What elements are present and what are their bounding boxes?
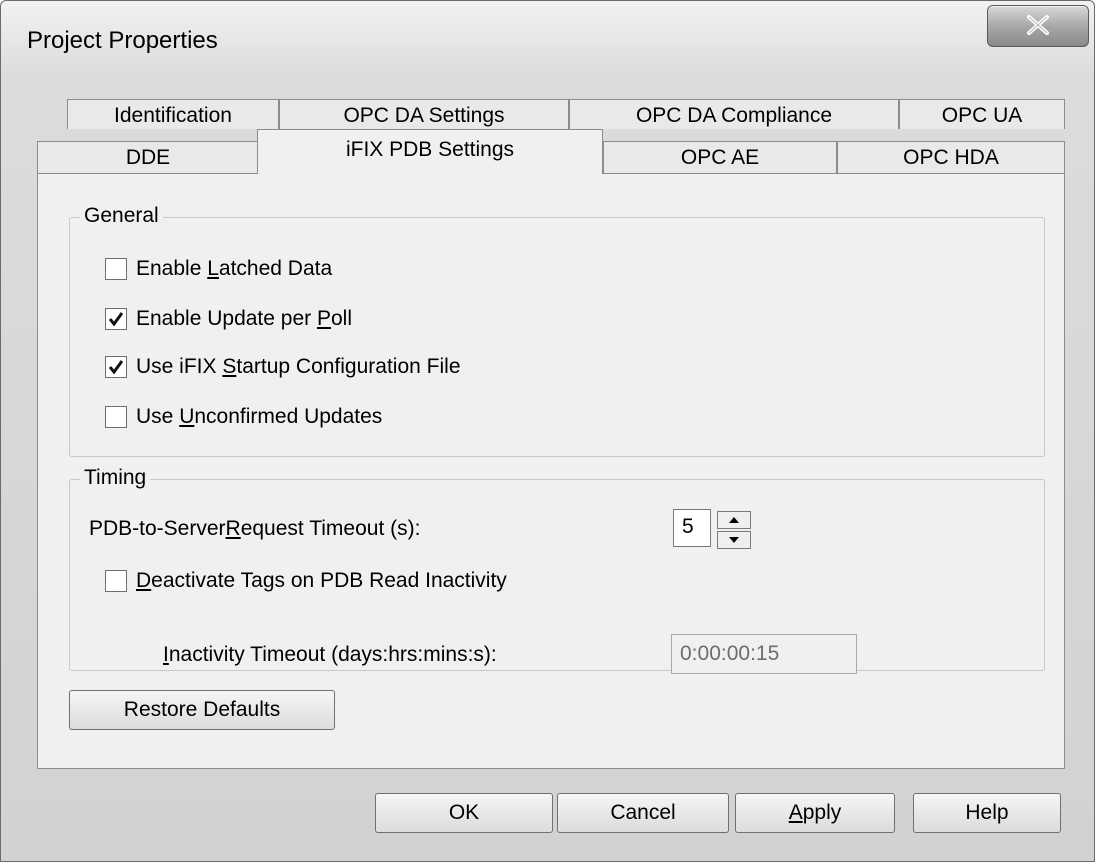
request-timeout-spinner[interactable] (717, 511, 751, 549)
apply-button[interactable]: Apply (735, 793, 895, 833)
checkbox-label: Use iFIX Startup Configuration File (136, 355, 461, 378)
close-button[interactable] (987, 5, 1089, 47)
use-unconfirmed-updates-checkbox[interactable]: Use Unconfirmed Updates (105, 405, 382, 429)
general-legend: General (80, 204, 163, 228)
checkbox-box[interactable] (105, 406, 127, 428)
inactivity-timeout-input[interactable]: 0:00:00:15 (671, 634, 857, 674)
use-ifix-startup-config-checkbox[interactable]: Use iFIX Startup Configuration File (105, 355, 461, 379)
close-icon (1027, 15, 1049, 35)
restore-defaults-button[interactable]: Restore Defaults (69, 690, 335, 730)
check-icon (108, 360, 124, 375)
checkbox-box[interactable] (105, 308, 127, 330)
tab-dde[interactable]: DDE (37, 141, 259, 174)
spin-up-button[interactable] (717, 511, 751, 529)
tab-identification[interactable]: Identification (67, 99, 279, 129)
arrow-up-icon (729, 517, 739, 523)
enable-update-per-poll-checkbox[interactable]: Enable Update per Poll (105, 307, 352, 331)
checkbox-label: Deactivate Tags on PDB Read Inactivity (136, 569, 507, 592)
checkbox-label: Enable Update per Poll (136, 307, 352, 330)
tab-opc-da-settings[interactable]: OPC DA Settings (279, 99, 569, 129)
arrow-down-icon (729, 537, 739, 543)
checkbox-box[interactable] (105, 570, 127, 592)
project-properties-dialog: Project Properties Identification OPC DA… (0, 0, 1095, 862)
window-title: Project Properties (27, 27, 218, 54)
checkbox-box[interactable] (105, 258, 127, 280)
request-timeout-label: PDB-to-Server Request Timeout (s): (89, 517, 421, 540)
checkbox-box[interactable] (105, 356, 127, 378)
tab-opc-ua[interactable]: OPC UA (899, 99, 1065, 129)
tab-ifix-pdb-settings[interactable]: iFIX PDB Settings (257, 129, 603, 174)
tab-opc-ae[interactable]: OPC AE (603, 141, 837, 174)
tab-opc-da-compliance[interactable]: OPC DA Compliance (569, 99, 899, 129)
inactivity-timeout-label: Inactivity Timeout (days:hrs:mins:s): (163, 643, 497, 666)
enable-latched-data-checkbox[interactable]: Enable Latched Data (105, 257, 332, 281)
ok-button[interactable]: OK (375, 793, 553, 833)
help-button[interactable]: Help (913, 793, 1061, 833)
check-icon (108, 312, 124, 327)
checkbox-label: Use Unconfirmed Updates (136, 405, 383, 428)
spin-down-button[interactable] (717, 531, 751, 549)
timing-legend: Timing (80, 466, 151, 490)
cancel-button[interactable]: Cancel (557, 793, 729, 833)
title-bar[interactable]: Project Properties (1, 1, 1094, 81)
checkbox-label: Enable Latched Data (136, 257, 333, 280)
request-timeout-input[interactable]: 5 (673, 509, 711, 547)
deactivate-tags-checkbox[interactable]: Deactivate Tags on PDB Read Inactivity (105, 569, 507, 593)
tab-opc-hda[interactable]: OPC HDA (837, 141, 1065, 174)
